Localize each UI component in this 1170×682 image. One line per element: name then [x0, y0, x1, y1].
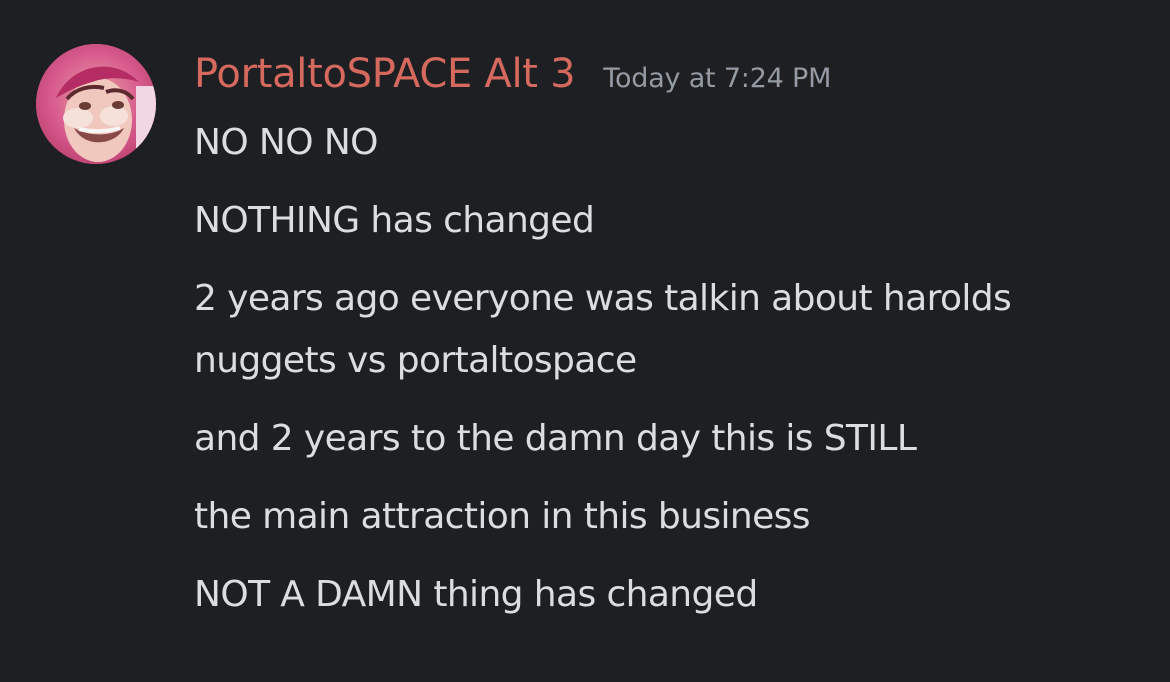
- message-line-1: NO NO NO: [194, 122, 378, 163]
- message-line-2: NOTHING has changed: [194, 200, 595, 241]
- message-line-7: NOT A DAMN thing has changed: [194, 574, 758, 615]
- message-header: PortaltoSPACE Alt 3 Today at 7:24 PM: [194, 46, 831, 102]
- message-line-6: the main attraction in this business: [194, 496, 811, 537]
- chat-message: PortaltoSPACE Alt 3 Today at 7:24 PM NO …: [0, 0, 1170, 682]
- message-line-5: and 2 years to the damn day this is STIL…: [194, 418, 917, 459]
- message-line-3: 2 years ago everyone was talkin about ha…: [194, 278, 1012, 319]
- message-line-4: nuggets vs portaltospace: [194, 340, 637, 381]
- message-timestamp[interactable]: Today at 7:24 PM: [603, 51, 831, 107]
- avatar-photo-icon: [36, 44, 156, 164]
- author-username[interactable]: PortaltoSPACE Alt 3: [194, 46, 576, 102]
- user-avatar[interactable]: [36, 44, 156, 164]
